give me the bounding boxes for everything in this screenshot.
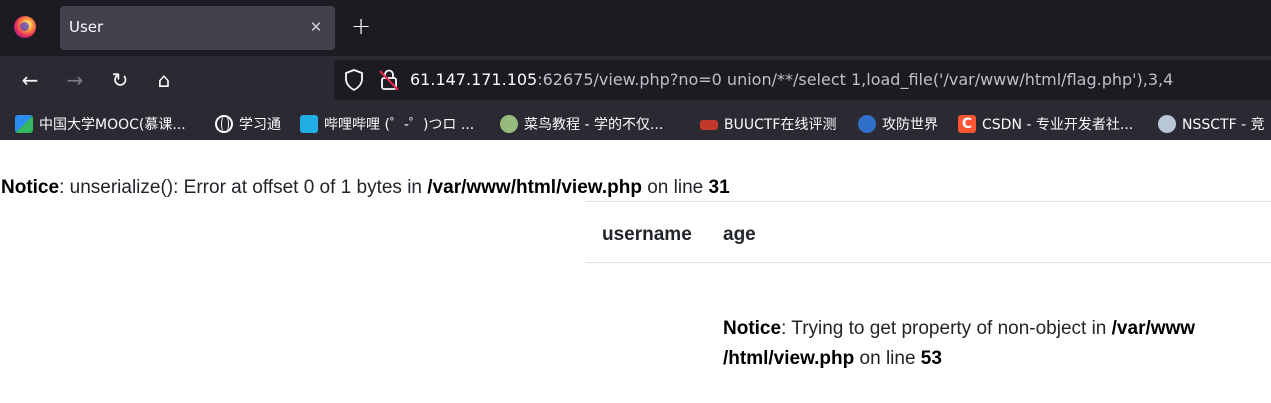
navigation-toolbar: ← → ↻ ⌂ 61.147.171.105:62675/view.php?no…	[0, 56, 1271, 107]
bookmark-label: CSDN - 专业开发者社...	[982, 117, 1134, 133]
notice-text-line: on line	[854, 348, 921, 369]
notice-path-part2: /html/view.php	[723, 348, 855, 369]
tab-user[interactable]: User ✕	[60, 6, 335, 50]
bookmark-label: 菜鸟教程 - 学的不仅...	[524, 117, 664, 133]
nssctf-icon	[1158, 115, 1176, 133]
tab-title: User	[69, 18, 104, 36]
bookmark-gongfang[interactable]: 攻防世界	[858, 113, 938, 135]
notice-text-line: on line	[641, 177, 709, 198]
mooc-icon	[15, 115, 33, 133]
column-header-username: username	[602, 224, 692, 245]
column-header-age: age	[723, 224, 756, 245]
bookmarks-toolbar: 中国大学MOOC(慕课... 学习通 哔哩哔哩 (゜-゜)つロ ... 菜鸟教程…	[0, 107, 1271, 140]
notice-unserialize: Notice: unserialize(): Error at offset 0…	[1, 177, 730, 199]
bookmark-bilibili[interactable]: 哔哩哔哩 (゜-゜)つロ ...	[300, 113, 474, 135]
notice-label: Notice	[1, 177, 60, 198]
bookmark-label: NSSCTF - 竞	[1182, 117, 1265, 133]
notice-text: : Trying to get property of non-object i…	[781, 318, 1112, 339]
runoob-icon	[500, 115, 518, 133]
bookmark-nssctf[interactable]: NSSCTF - 竞	[1158, 113, 1265, 135]
table-top-border	[586, 201, 1271, 202]
bookmark-xuexitong[interactable]: 学习通	[215, 113, 281, 135]
close-tab-icon[interactable]: ✕	[305, 16, 327, 38]
url-path: :62675/view.php?no=0 union/**/select 1,l…	[537, 70, 1174, 89]
forward-button[interactable]: →	[61, 66, 89, 94]
firefox-icon[interactable]	[14, 16, 36, 38]
address-bar[interactable]: 61.147.171.105:62675/view.php?no=0 union…	[334, 60, 1271, 100]
insecure-lock-icon[interactable]	[378, 68, 400, 92]
home-button[interactable]: ⌂	[150, 66, 178, 94]
reload-button[interactable]: ↻	[106, 66, 134, 94]
back-button[interactable]: ←	[16, 66, 44, 94]
table-header-border	[586, 262, 1271, 263]
notice-label: Notice	[723, 318, 782, 339]
tab-strip: User ✕ +	[0, 0, 1271, 56]
new-tab-button[interactable]: +	[348, 14, 374, 40]
buuctf-icon	[700, 120, 718, 130]
bookmark-label: 中国大学MOOC(慕课...	[39, 117, 186, 133]
bookmark-csdn[interactable]: C CSDN - 专业开发者社...	[958, 113, 1133, 135]
notice-line-number: 53	[920, 348, 942, 369]
shield-icon[interactable]	[344, 69, 364, 92]
url-host: 61.147.171.105	[410, 70, 538, 89]
globe-icon	[215, 115, 233, 133]
notice-line-number: 31	[708, 177, 730, 198]
notice-text: : unserialize(): Error at offset 0 of 1 …	[59, 177, 428, 198]
notice-path-part1: /var/www	[1111, 318, 1196, 339]
bookmark-label: 学习通	[239, 117, 281, 133]
gongfang-icon	[858, 115, 876, 133]
page-content: Notice: unserialize(): Error at offset 0…	[0, 140, 1271, 403]
bookmark-runoob[interactable]: 菜鸟教程 - 学的不仅...	[500, 113, 663, 135]
bookmark-buuctf[interactable]: BUUCTF在线评测	[700, 113, 836, 135]
url-text[interactable]: 61.147.171.105:62675/view.php?no=0 union…	[410, 70, 1173, 89]
notice-non-object: Notice: Trying to get property of non-ob…	[723, 314, 1253, 374]
notice-path: /var/www/html/view.php	[427, 177, 642, 198]
bookmark-label: BUUCTF在线评测	[724, 117, 837, 133]
csdn-icon: C	[958, 115, 976, 133]
bookmark-label: 攻防世界	[882, 117, 938, 133]
bookmark-label: 哔哩哔哩 (゜-゜)つロ ...	[324, 117, 475, 133]
bilibili-icon	[300, 115, 318, 133]
bookmark-mooc[interactable]: 中国大学MOOC(慕课...	[15, 113, 186, 135]
